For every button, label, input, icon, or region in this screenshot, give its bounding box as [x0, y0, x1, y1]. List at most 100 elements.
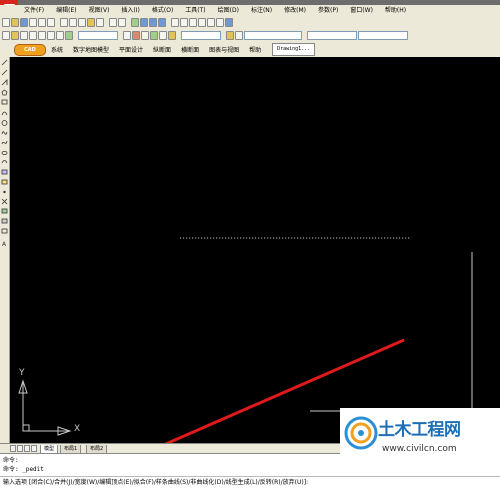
redo-icon[interactable]: [118, 18, 126, 27]
toolbar-separator: [177, 31, 180, 42]
ellipse-arc-icon: [1, 160, 8, 164]
tab-system[interactable]: 系统: [46, 45, 68, 54]
tab-next-button[interactable]: [24, 445, 30, 452]
properties-icon[interactable]: [171, 18, 179, 27]
layer-combo[interactable]: [244, 31, 302, 40]
markup-icon[interactable]: [207, 18, 215, 27]
tab-digital-terrain-model[interactable]: 数字地图模型: [68, 45, 114, 54]
menu-draw[interactable]: 绘图(D): [212, 5, 245, 17]
tab-charts-views[interactable]: 图表与视图: [204, 45, 244, 54]
tab-first-button[interactable]: [10, 445, 16, 452]
hatch-icon[interactable]: [132, 31, 140, 40]
calculator-icon[interactable]: [216, 18, 224, 27]
layer-bulb-icon[interactable]: [226, 31, 234, 40]
menu-window[interactable]: 窗口(W): [344, 5, 379, 17]
tab-profile[interactable]: 纵断面: [148, 45, 176, 54]
zoom-realtime-icon[interactable]: [140, 18, 148, 27]
publish-icon[interactable]: [47, 18, 55, 27]
polygon-tool-icon: [1, 89, 8, 96]
watermark-logo-icon: [344, 416, 378, 450]
plugin-tab-bar: CAD 系统 数字地图模型 平面设计 纵断面 横断面 图表与视图 帮助 Draw…: [0, 42, 500, 58]
tab-help[interactable]: 帮助: [244, 45, 266, 54]
toolbar-separator: [105, 18, 108, 29]
toolbar-separator: [74, 31, 77, 42]
tab-last-button[interactable]: [31, 445, 37, 452]
copy-icon[interactable]: [69, 18, 77, 27]
menu-edit[interactable]: 编辑(E): [50, 5, 82, 17]
layer-lock-icon[interactable]: [235, 31, 243, 40]
drawing-tab[interactable]: Drawing1...: [272, 43, 316, 56]
zoom-window-icon[interactable]: [149, 18, 157, 27]
menu-tools[interactable]: 工具(T): [179, 5, 211, 17]
menu-dimension[interactable]: 标注(N): [245, 5, 278, 17]
layer-previous-icon[interactable]: [20, 31, 28, 40]
toolbar-separator: [119, 31, 122, 42]
watermark: 土木工程网 www.civilcn.com: [340, 408, 500, 468]
save-icon[interactable]: [20, 18, 28, 27]
command-history-line: 命令: _pedit: [3, 466, 44, 473]
dimension-style-icon[interactable]: [65, 31, 73, 40]
block-editor-icon[interactable]: [96, 18, 104, 27]
command-history-line: 命令:: [3, 457, 19, 464]
region-icon[interactable]: [150, 31, 158, 40]
undo-icon[interactable]: [109, 18, 117, 27]
ucs-y-label: Y: [19, 368, 25, 378]
multileader-icon[interactable]: [168, 31, 176, 40]
match-properties-icon[interactable]: [87, 18, 95, 27]
pan-icon[interactable]: [131, 18, 139, 27]
draw-toolbar: A: [0, 57, 10, 443]
polyline-tool-icon: [1, 79, 8, 86]
tab-prev-button[interactable]: [17, 445, 23, 452]
color-combo[interactable]: [307, 31, 357, 40]
standard-toolbar: [0, 17, 500, 31]
tab-plan-design[interactable]: 平面设计: [114, 45, 148, 54]
region-tool-icon: [1, 218, 8, 224]
tab-cross-section[interactable]: 横断面: [176, 45, 204, 54]
circle-icon[interactable]: [29, 31, 37, 40]
draw-tool-icons[interactable]: A: [0, 57, 9, 443]
menu-help[interactable]: 帮助(H): [379, 5, 412, 17]
new-file-icon[interactable]: [2, 18, 10, 27]
mtext-icon[interactable]: [159, 31, 167, 40]
menu-modify[interactable]: 修改(M): [278, 5, 312, 17]
line-tool-icon: [1, 59, 8, 66]
print-preview-icon[interactable]: [38, 18, 46, 27]
construction-line-icon: [1, 69, 8, 76]
gradient-icon[interactable]: [141, 31, 149, 40]
help-icon[interactable]: [225, 18, 233, 27]
table-tool-icon: [1, 228, 8, 234]
revision-cloud-icon: [1, 131, 8, 135]
layer-state-icon[interactable]: [11, 31, 19, 40]
arc-tool-icon: [1, 111, 8, 116]
open-file-icon[interactable]: [11, 18, 19, 27]
circle-tool-icon: [1, 120, 8, 126]
layer-icon[interactable]: [2, 31, 10, 40]
command-prompt[interactable]: 输入选项 [闭合(C)/合并(J)/宽度(W)/编辑顶点(E)/拟合(F)/样条…: [0, 476, 500, 487]
menu-format[interactable]: 格式(O): [146, 5, 179, 17]
cut-icon[interactable]: [60, 18, 68, 27]
arc-icon[interactable]: [38, 31, 46, 40]
canvas-drawing: [18, 237, 473, 443]
menu-file[interactable]: 文件(F): [18, 5, 50, 17]
paste-icon[interactable]: [78, 18, 86, 27]
design-center-icon[interactable]: [180, 18, 188, 27]
sheet-set-icon[interactable]: [198, 18, 206, 27]
mtext-tool-icon: A: [2, 241, 7, 248]
text-style-icon[interactable]: [56, 31, 64, 40]
dimension-style-combo[interactable]: [181, 31, 221, 40]
linetype-combo[interactable]: [358, 31, 408, 40]
toolbar-separator: [127, 18, 130, 29]
drawing-canvas[interactable]: Y X: [10, 57, 500, 443]
text-style-combo[interactable]: [78, 31, 118, 40]
make-block-icon: [1, 179, 8, 185]
zoom-previous-icon[interactable]: [158, 18, 166, 27]
tool-palettes-icon[interactable]: [189, 18, 197, 27]
menu-parametric[interactable]: 参数(P): [312, 5, 344, 17]
rotate-icon[interactable]: [47, 31, 55, 40]
watermark-url: www.civilcn.com: [382, 444, 457, 454]
print-icon[interactable]: [29, 18, 37, 27]
menu-insert[interactable]: 插入(I): [115, 5, 145, 17]
menu-view[interactable]: 视图(V): [83, 5, 116, 17]
table-style-icon[interactable]: [123, 31, 131, 40]
gradient-tool-icon: [1, 208, 8, 214]
